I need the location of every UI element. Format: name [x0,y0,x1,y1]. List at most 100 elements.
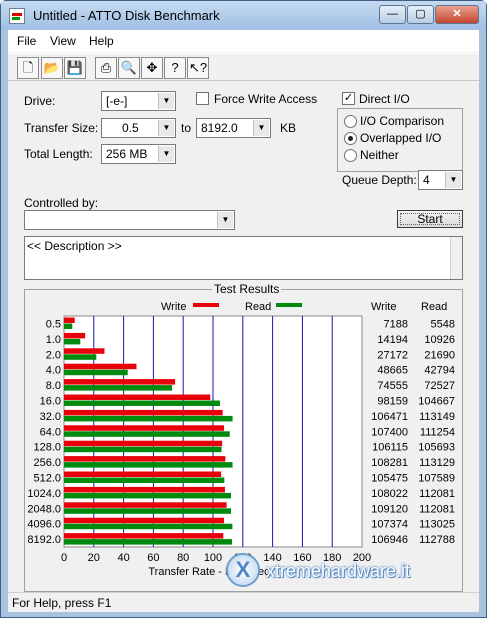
write-value: 108022 [371,488,408,500]
menu-view[interactable]: View [50,34,76,48]
help-icon[interactable]: ? [164,57,186,79]
watermark-logo-icon: X [226,553,260,587]
force-write-checkbox[interactable] [196,92,209,105]
overlapped-io-radio[interactable] [344,132,357,145]
print-preview-icon[interactable]: 🔍 [118,57,140,79]
menu-file[interactable]: File [17,34,36,48]
write-bar [64,379,176,385]
menu-help[interactable]: Help [89,34,114,48]
chevron-down-icon[interactable]: ▼ [158,93,174,109]
category-label: 2048.0 [27,503,61,515]
write-value: 105475 [371,473,408,485]
read-bar [64,508,232,514]
write-bar [64,486,225,493]
write-value: 109120 [371,503,408,515]
open-icon[interactable]: 📂 [41,57,63,79]
neither-radio[interactable] [344,149,357,162]
print-icon[interactable]: ⎙ [95,57,117,79]
x-tick-label: 80 [177,552,189,564]
legend-write-swatch [193,303,219,307]
write-bar [64,456,226,462]
client-area: File View Help 🗋 📂 💾 ⎙ 🔍 ✥ ? ↖? Drive: [… [8,30,479,612]
category-label: 4.0 [46,365,61,377]
description-field[interactable]: << Description >> [24,236,463,280]
io-comparison-label: I/O Comparison [360,114,445,128]
read-bar [64,415,233,422]
write-value: 106471 [371,411,408,423]
queue-depth-select[interactable]: 4 ▼ [418,170,463,190]
maximize-button[interactable]: ▢ [407,5,434,24]
read-value: 5548 [431,319,455,331]
app-window: Untitled - ATTO Disk Benchmark — ▢ ✕ Fil… [0,0,487,618]
read-value: 112081 [419,503,455,515]
controlled-by-select[interactable]: ▼ [24,210,235,230]
menu-bar: File View Help [8,30,479,52]
read-value: 105693 [418,442,455,454]
write-bar [64,502,227,508]
read-value: 113129 [419,457,455,469]
category-label: 64.0 [40,426,61,438]
close-button[interactable]: ✕ [435,5,479,24]
queue-depth-label: Queue Depth: [342,173,417,187]
title-bar[interactable]: Untitled - ATTO Disk Benchmark — ▢ ✕ [1,1,486,30]
write-value: 74555 [377,380,408,392]
write-value: 48665 [377,365,408,377]
legend-read-label: Read [245,301,271,313]
category-label: 128.0 [33,442,61,454]
write-value: 7188 [384,319,408,331]
start-button[interactable]: Start [397,210,463,228]
watermark-text: xtremehardware.it [266,561,411,581]
read-bar [64,477,225,483]
read-bar [64,385,173,391]
write-bar [64,533,224,539]
category-label: 1.0 [46,334,61,346]
overlapped-io-label: Overlapped I/O [360,131,442,145]
chevron-down-icon[interactable]: ▼ [158,120,174,136]
transfer-size-label: Transfer Size: [24,121,99,135]
read-value: 10926 [424,334,455,346]
drive-select[interactable]: [-e-] ▼ [101,91,176,111]
category-label: 256.0 [33,457,61,469]
category-label: 512.0 [33,473,61,485]
x-tick-label: 40 [117,552,129,564]
write-bar [64,517,224,524]
to-label: to [181,121,192,135]
io-comparison-radio[interactable] [344,115,357,128]
read-value: 42794 [424,365,455,377]
read-bar [64,369,128,376]
read-bar [64,446,222,453]
transfer-max-select[interactable]: 8192.0 ▼ [196,118,271,138]
write-bar [64,440,223,447]
read-bar [64,323,73,329]
read-value: 113025 [419,519,455,531]
write-value: 27172 [377,349,408,361]
save-icon[interactable]: 💾 [64,57,86,79]
neither-label: Neither [360,148,399,162]
move-icon[interactable]: ✥ [141,57,163,79]
status-text: For Help, press F1 [12,596,112,610]
direct-io-checkbox[interactable]: ✓ [342,92,355,105]
description-scrollbar[interactable] [450,237,462,279]
chevron-down-icon[interactable]: ▼ [253,120,269,136]
read-bar [64,539,233,545]
category-label: 1024.0 [27,488,61,500]
total-length-select[interactable]: 256 MB ▼ [101,144,176,164]
write-bar [64,471,222,477]
read-bar [64,431,230,437]
transfer-min-select[interactable]: 0.5 ▼ [101,118,176,138]
read-bar [64,354,97,360]
category-label: 8192.0 [27,534,61,546]
context-help-icon[interactable]: ↖? [187,57,209,79]
chevron-down-icon[interactable]: ▼ [158,146,174,162]
chevron-down-icon[interactable]: ▼ [217,212,233,228]
io-mode-group: I/O Comparison Overlapped I/O Neither [337,108,463,172]
write-bar [64,394,211,400]
read-value: 111254 [420,426,455,438]
write-value: 14194 [377,334,408,346]
read-value: 113149 [419,411,455,423]
chevron-down-icon[interactable]: ▼ [445,172,461,188]
write-bar [64,409,223,416]
force-write-label: Force Write Access [214,92,318,106]
new-icon[interactable]: 🗋 [17,57,39,79]
minimize-button[interactable]: — [379,5,406,24]
